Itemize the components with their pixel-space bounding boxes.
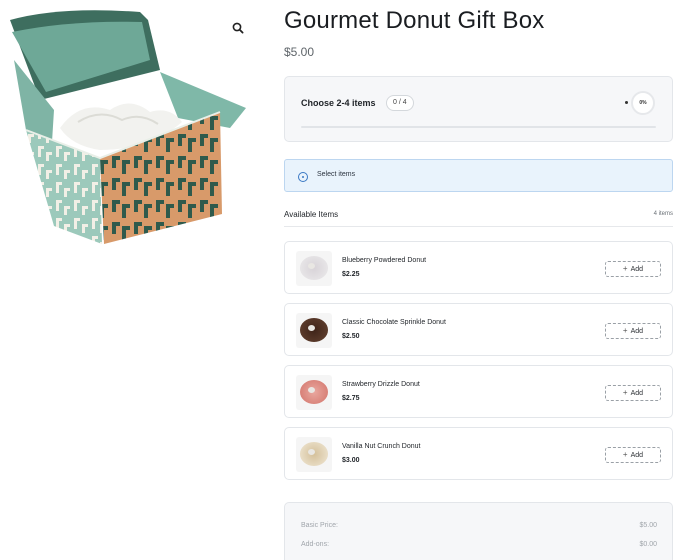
add-item-button[interactable]: + Add xyxy=(605,323,661,339)
progress-percent-circle: 0% xyxy=(631,91,655,115)
donut-hole xyxy=(308,449,315,455)
list-item: Vanilla Nut Crunch Donut $3.00 + Add xyxy=(284,427,673,480)
add-label: Add xyxy=(630,390,644,397)
donut-thumbnail xyxy=(296,375,332,410)
donut-hole xyxy=(308,387,315,393)
add-item-button[interactable]: + Add xyxy=(605,261,661,277)
item-name: Classic Chocolate Sprinkle Donut xyxy=(342,319,446,326)
magnifier-icon[interactable] xyxy=(230,20,248,38)
add-label: Add xyxy=(630,452,644,459)
price-row-label: Basic Price: xyxy=(301,522,338,529)
product-price: $5.00 xyxy=(284,45,315,59)
add-label: Add xyxy=(630,266,644,273)
item-name: Blueberry Powdered Donut xyxy=(342,257,427,264)
selection-count-badge: 0 / 4 xyxy=(386,95,414,111)
list-item: Strawberry Drizzle Donut $2.75 + Add xyxy=(284,365,673,418)
donut-thumbnail xyxy=(296,313,332,348)
price-row-value: $0.00 xyxy=(639,541,657,548)
donut-thumbnail xyxy=(296,437,332,472)
plus-icon: + xyxy=(622,450,628,459)
plus-icon: + xyxy=(622,264,628,273)
notice-text: Select items xyxy=(317,171,356,178)
add-item-button[interactable]: + Add xyxy=(605,385,661,401)
donut-hole xyxy=(308,263,315,269)
selection-label: Choose 2-4 items xyxy=(301,98,376,108)
item-price: $2.50 xyxy=(342,333,360,340)
add-item-button[interactable]: + Add xyxy=(605,447,661,463)
price-summary-card: Basic Price: $5.00 Add-ons: $0.00 xyxy=(284,502,673,560)
item-price: $3.00 xyxy=(342,457,360,464)
product-title: Gourmet Donut Gift Box xyxy=(284,7,545,34)
list-item: Classic Chocolate Sprinkle Donut $2.50 +… xyxy=(284,303,673,356)
add-label: Add xyxy=(630,328,644,335)
item-name: Vanilla Nut Crunch Donut xyxy=(342,443,421,450)
available-items-title: Available Items xyxy=(284,210,339,219)
list-item: Blueberry Powdered Donut $2.25 + Add xyxy=(284,241,673,294)
product-image xyxy=(10,10,246,244)
selection-card: Choose 2-4 items 0 / 4 0% xyxy=(284,76,673,142)
price-row-value: $5.00 xyxy=(639,522,657,529)
available-items-count: 4 items xyxy=(653,211,673,217)
available-items-header: Available Items 4 items xyxy=(284,210,673,227)
donut-hole xyxy=(308,325,315,331)
plus-icon: + xyxy=(622,388,628,397)
item-name: Strawberry Drizzle Donut xyxy=(342,381,420,388)
selection-progress-bar xyxy=(301,126,656,128)
price-row-label: Add-ons: xyxy=(301,541,330,548)
product-gallery xyxy=(0,0,262,260)
progress-dot xyxy=(625,101,628,104)
item-price: $2.25 xyxy=(342,271,360,278)
select-items-notice: Select items xyxy=(284,159,673,192)
info-circle-icon xyxy=(298,172,308,182)
donut-thumbnail xyxy=(296,251,332,286)
plus-icon: + xyxy=(622,326,628,335)
item-price: $2.75 xyxy=(342,395,360,402)
